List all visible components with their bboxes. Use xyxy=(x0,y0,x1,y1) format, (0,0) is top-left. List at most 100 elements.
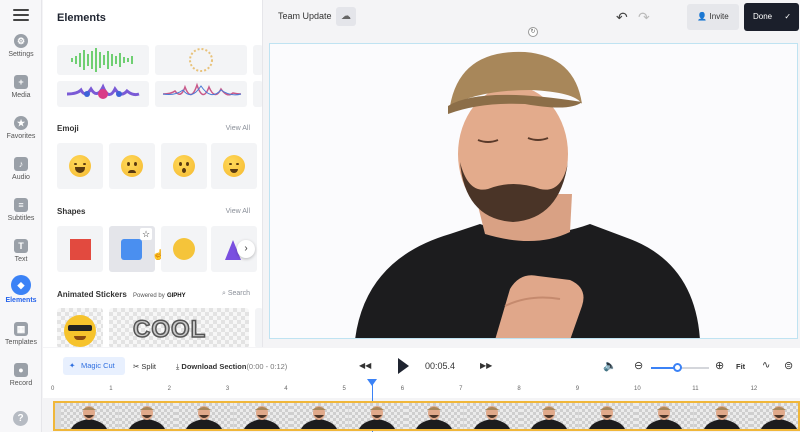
ruler-tick-label: 9 xyxy=(575,386,580,392)
shape-blue-rounded-square[interactable]: ☆ ☝ xyxy=(109,226,164,272)
download-range: (0:00 - 0:12) xyxy=(246,362,288,371)
waveform-purple-icon xyxy=(66,83,140,99)
download-icon: ⤓ xyxy=(176,362,180,371)
zoom-out-icon[interactable]: ⊖ xyxy=(634,359,643,372)
waveform-element-purple[interactable] xyxy=(57,81,149,107)
blue-rounded-square-icon xyxy=(121,239,142,260)
sidebar-item-label: Record xyxy=(9,380,33,387)
sticker-cool-text[interactable]: COOL xyxy=(109,308,249,347)
undo-icon[interactable]: ↶ xyxy=(616,9,628,26)
red-square-icon xyxy=(70,239,91,260)
waveform-element-green[interactable] xyxy=(57,45,149,75)
templates-icon: ▦ xyxy=(14,322,28,336)
shapes-view-all-link[interactable]: View All xyxy=(226,208,250,215)
rotate-handle-icon[interactable]: ↻ xyxy=(528,27,538,37)
sidebar-item-record[interactable]: ● Record xyxy=(0,356,42,394)
split-button[interactable]: ✂ Split xyxy=(133,362,156,371)
ruler-tick-label: 0 xyxy=(51,386,55,392)
sidebar-item-label: Audio xyxy=(12,174,30,181)
zoom-in-icon[interactable]: ⊕ xyxy=(715,359,724,372)
emoji-view-all-link[interactable]: View All xyxy=(226,125,250,132)
elements-panel: Elements Emoji View All Shapes View All … xyxy=(43,0,263,347)
download-section-button[interactable]: ⤓ Download Section(0:00 - 0:12) xyxy=(176,362,287,372)
waveform-element-wave[interactable] xyxy=(155,81,247,107)
fit-button[interactable]: Fit xyxy=(736,362,745,371)
sticker-partial[interactable] xyxy=(255,308,262,347)
star-icon: ★ xyxy=(14,116,28,130)
ruler-tick-label: 8 xyxy=(517,386,521,392)
circle-waveform-element[interactable] xyxy=(155,45,247,75)
timeline-controls: ✦ Magic Cut ✂ Split ⤓ Download Section(0… xyxy=(43,348,800,384)
clip-thumbnail xyxy=(693,403,751,429)
ruler-tick-label: 4 xyxy=(284,386,288,392)
waveform-element-partial[interactable] xyxy=(253,45,262,75)
yellow-circle-icon xyxy=(173,238,195,260)
sidebar-item-favorites[interactable]: ★ Favorites xyxy=(0,109,42,147)
sidebar-item-settings[interactable]: ⚙ Settings xyxy=(0,27,42,65)
video-canvas[interactable] xyxy=(269,43,798,339)
powered-by-label: Powered by xyxy=(133,293,165,299)
invite-button[interactable]: 👤 Invite xyxy=(687,4,739,30)
text-icon: T xyxy=(14,239,28,253)
hamburger-menu-icon[interactable] xyxy=(13,9,29,21)
emoji-smiling[interactable] xyxy=(211,143,257,189)
help-icon[interactable]: ? xyxy=(13,411,28,426)
sidebar-item-label: Subtitles xyxy=(7,215,35,222)
waveform-element-partial[interactable] xyxy=(253,81,262,107)
section-title-emoji: Emoji xyxy=(57,124,79,133)
sticker-search[interactable]: ⌕ Search xyxy=(222,290,250,298)
zoom-slider-handle[interactable] xyxy=(673,363,683,372)
sidebar-item-text[interactable]: T Text xyxy=(0,232,42,270)
playhead-marker-icon[interactable] xyxy=(367,379,377,386)
emoji-surprised[interactable] xyxy=(161,143,207,189)
timeline-zoom-icon[interactable]: ⊜ xyxy=(784,359,793,372)
magic-cut-label: Magic Cut xyxy=(81,361,115,370)
sidebar-item-media[interactable]: + Media xyxy=(0,68,42,106)
skip-forward-icon[interactable]: ▶▶ xyxy=(480,361,492,370)
shapes-next-arrow-icon[interactable]: › xyxy=(237,240,255,258)
clip-thumbnail xyxy=(348,403,406,429)
video-clip-track[interactable] xyxy=(53,401,800,431)
split-label: Split xyxy=(141,362,156,371)
left-sidebar: ⚙ Settings + Media ★ Favorites ♪ Audio ≡… xyxy=(0,0,42,432)
cloud-save-icon[interactable]: ☁ xyxy=(336,7,356,26)
project-name[interactable]: Team Update xyxy=(278,11,332,21)
done-button[interactable]: Done ✓ xyxy=(744,3,799,31)
volume-icon[interactable]: 🔈 xyxy=(603,359,617,372)
clip-thumbnail xyxy=(636,403,693,429)
sidebar-item-elements[interactable]: ◆ Elements xyxy=(0,270,42,308)
play-icon[interactable] xyxy=(398,358,409,374)
sidebar-item-audio[interactable]: ♪ Audio xyxy=(0,150,42,188)
sidebar-item-label: Media xyxy=(11,92,31,99)
favorite-star-icon[interactable]: ☆ xyxy=(140,228,152,240)
sticker-search-label: Search xyxy=(227,290,250,297)
emoji-worried[interactable] xyxy=(109,143,155,189)
sidebar-item-label: Templates xyxy=(5,339,37,346)
ruler-tick-label: 12 xyxy=(750,386,758,392)
download-label: Download Section xyxy=(181,362,247,371)
skip-back-icon[interactable]: ◀◀ xyxy=(359,361,371,370)
section-title-shapes: Shapes xyxy=(57,207,86,216)
giphy-logo: GIPHY xyxy=(166,293,186,299)
magic-cut-button[interactable]: ✦ Magic Cut xyxy=(63,357,125,375)
ruler-tick-label: 11 xyxy=(692,386,699,392)
zoom-slider[interactable] xyxy=(651,363,709,372)
sidebar-item-templates[interactable]: ▦ Templates xyxy=(0,315,42,353)
sidebar-item-label: Favorites xyxy=(6,133,36,140)
shape-yellow-circle[interactable] xyxy=(161,226,207,272)
sidebar-item-subtitles[interactable]: ≡ Subtitles xyxy=(0,191,42,229)
cool-sticker-text: COOL xyxy=(132,315,207,344)
sticker-cool-emoji[interactable] xyxy=(57,308,103,347)
ruler-tick-label: 7 xyxy=(459,386,463,392)
emoji-laughing[interactable] xyxy=(57,143,103,189)
worried-emoji-icon xyxy=(121,155,143,177)
clip-thumbnail xyxy=(233,403,291,429)
timeline-ruler[interactable]: 0 1 2 3 4 5 6 7 8 9 10 11 12 xyxy=(43,384,800,398)
panel-title: Elements xyxy=(57,12,106,24)
sidebar-item-label: Elements xyxy=(5,297,37,304)
shape-red-square[interactable] xyxy=(57,226,103,272)
ruler-tick-label: 6 xyxy=(400,386,405,392)
waveform-toggle-icon[interactable]: ∿ xyxy=(762,360,770,371)
gear-icon: ⚙ xyxy=(14,34,28,48)
redo-icon[interactable]: ↷ xyxy=(638,9,650,26)
